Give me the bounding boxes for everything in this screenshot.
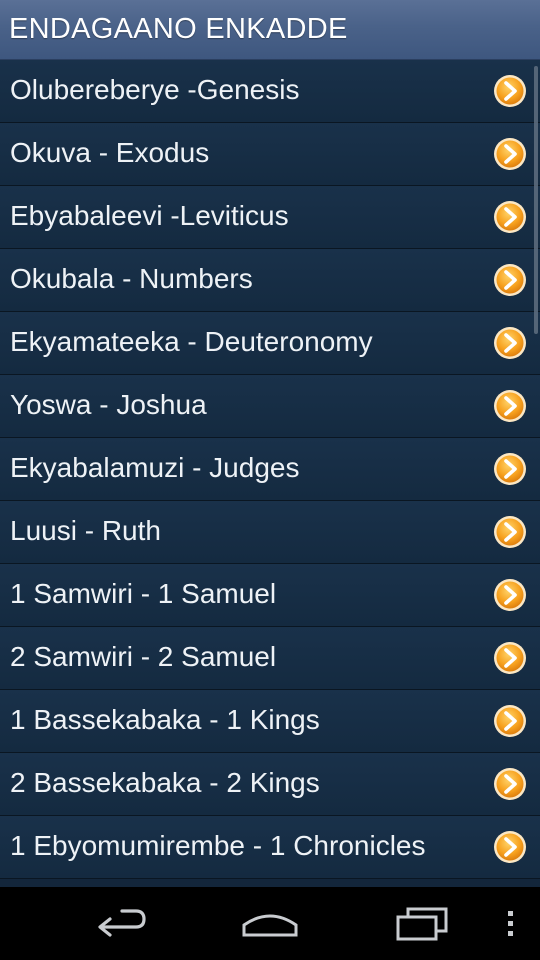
- list-item[interactable]: Ekyabalamuzi - Judges: [0, 438, 540, 501]
- chevron-right-circle-icon[interactable]: [493, 452, 527, 486]
- list-item[interactable]: Okubala - Numbers: [0, 249, 540, 312]
- chevron-right-circle-icon[interactable]: [493, 767, 527, 801]
- chevron-right-circle-icon[interactable]: [493, 263, 527, 297]
- recent-apps-icon[interactable]: [392, 905, 452, 941]
- book-label: 1 Bassekabaka - 1 Kings: [10, 704, 320, 735]
- list-item[interactable]: 1 Ebyomumirembe - 1 Chronicles: [0, 816, 540, 879]
- scrollbar[interactable]: [534, 66, 538, 334]
- book-label: Luusi - Ruth: [10, 515, 161, 546]
- chevron-right-circle-icon[interactable]: [493, 389, 527, 423]
- list-item[interactable]: 2 Samwiri - 2 Samuel: [0, 627, 540, 690]
- overflow-menu-icon[interactable]: [500, 905, 520, 941]
- back-icon[interactable]: [92, 905, 148, 941]
- book-label: Yoswa - Joshua: [10, 389, 207, 420]
- list-item[interactable]: Yoswa - Joshua: [0, 375, 540, 438]
- chevron-right-circle-icon[interactable]: [493, 830, 527, 864]
- list-item[interactable]: Ebyabaleevi -Leviticus: [0, 186, 540, 249]
- list-item[interactable]: 2 Bassekabaka - 2 Kings: [0, 753, 540, 816]
- book-label: 1 Ebyomumirembe - 1 Chronicles: [10, 830, 426, 861]
- book-label: Okuva - Exodus: [10, 137, 210, 168]
- chevron-right-circle-icon[interactable]: [493, 704, 527, 738]
- book-label: 2 Bassekabaka - 2 Kings: [10, 767, 320, 798]
- book-list[interactable]: Olubereberye -Genesis Okuva - Exodus Ebyab…: [0, 60, 540, 887]
- list-item[interactable]: 1 Bassekabaka - 1 Kings: [0, 690, 540, 753]
- list-item[interactable]: Luusi - Ruth: [0, 501, 540, 564]
- book-label: Ebyabaleevi -Leviticus: [10, 200, 289, 231]
- screen: ENDAGAANO ENKADDE Olubereberye -Genesis O…: [0, 0, 540, 960]
- book-label: Olubereberye -Genesis: [10, 74, 300, 105]
- list-item[interactable]: 1 Samwiri - 1 Samuel: [0, 564, 540, 627]
- list-item[interactable]: Okuva - Exodus: [0, 123, 540, 186]
- list-item[interactable]: Ekyamateeka - Deuteronomy: [0, 312, 540, 375]
- title-bar: ENDAGAANO ENKADDE: [0, 0, 540, 60]
- chevron-right-circle-icon[interactable]: [493, 515, 527, 549]
- book-label: Ekyabalamuzi - Judges: [10, 452, 300, 483]
- chevron-right-circle-icon[interactable]: [493, 578, 527, 612]
- list-item[interactable]: Olubereberye -Genesis: [0, 60, 540, 123]
- page-title: ENDAGAANO ENKADDE: [9, 13, 348, 45]
- chevron-right-circle-icon[interactable]: [493, 641, 527, 675]
- home-icon[interactable]: [240, 905, 300, 941]
- chevron-right-circle-icon[interactable]: [493, 326, 527, 360]
- book-label: 2 Samwiri - 2 Samuel: [10, 641, 277, 672]
- chevron-right-circle-icon[interactable]: [493, 200, 527, 234]
- system-nav-bar: [0, 887, 540, 960]
- book-label: Okubala - Numbers: [10, 263, 253, 294]
- chevron-right-circle-icon[interactable]: [493, 74, 527, 108]
- chevron-right-circle-icon[interactable]: [493, 137, 527, 171]
- book-label: 1 Samwiri - 1 Samuel: [10, 578, 277, 609]
- book-label: Ekyamateeka - Deuteronomy: [10, 326, 373, 357]
